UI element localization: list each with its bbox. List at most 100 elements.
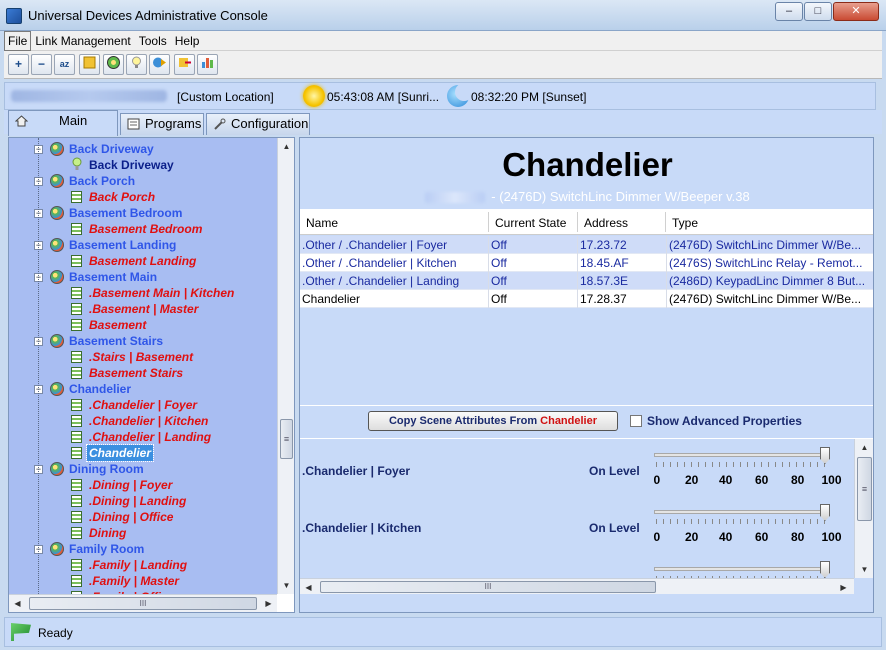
menu-file[interactable]: File	[4, 31, 32, 51]
tree-device-chandelier-kitchen[interactable]: .Chandelier | Kitchen	[9, 413, 277, 429]
tree-device-family-landing[interactable]: .Family | Landing	[9, 557, 277, 573]
tree-scene-basement-bedroom[interactable]: − Basement Bedroom	[9, 205, 277, 221]
cell-state: Off	[491, 238, 507, 252]
tree-device-family-master[interactable]: .Family | Master	[9, 573, 277, 589]
tree-device-dining-office[interactable]: .Dining | Office	[9, 509, 277, 525]
show-advanced-checkbox[interactable]	[630, 415, 642, 427]
tree-device-stairs-basement[interactable]: .Stairs | Basement	[9, 349, 277, 365]
tree-device-back-driveway[interactable]: Back Driveway	[9, 157, 277, 173]
tree-device-basement[interactable]: Basement	[9, 317, 277, 333]
slider-tick-label: 100	[821, 473, 842, 487]
copy-scene-attributes-button[interactable]: Copy Scene Attributes From Chandelier	[368, 411, 618, 431]
tree-scene-back-driveway[interactable]: − Back Driveway	[9, 141, 277, 157]
cell-state: Off	[491, 292, 507, 306]
tab-programs[interactable]: Programs	[120, 113, 204, 135]
chart-icon[interactable]	[197, 54, 218, 75]
slider-tick-label: 0	[653, 473, 661, 487]
tree-scene-basement-stairs[interactable]: − Basement Stairs	[9, 333, 277, 349]
link-scene-icon[interactable]	[149, 54, 170, 75]
tree-device-dining[interactable]: Dining	[9, 525, 277, 541]
table-row[interactable]: Chandelier Off 17.28.37 (2476D) SwitchLinc …	[300, 290, 873, 308]
tree-device-back-porch[interactable]: Back Porch	[9, 189, 277, 205]
scroll-right-icon[interactable]: ▶	[260, 595, 277, 612]
new-scene-icon[interactable]	[103, 54, 124, 75]
column-type[interactable]: Type	[672, 216, 698, 230]
tree-scroll-thumb[interactable]: ≡	[280, 419, 293, 459]
on-level-slider[interactable]	[654, 453, 830, 457]
scene-detail-panel: Chandelier - (2476D) SwitchLinc Dimmer W…	[299, 137, 874, 613]
tab-bar: Main Programs Configuration	[4, 110, 882, 136]
scroll-up-icon[interactable]: ▲	[278, 138, 295, 155]
tree-scene-back-porch[interactable]: − Back Porch	[9, 173, 277, 189]
slider-tick-label: 40	[719, 530, 733, 544]
tree-scene-family-room[interactable]: − Family Room	[9, 541, 277, 557]
tree-horizontal-scrollbar[interactable]: ◀ III ▶	[9, 594, 277, 612]
tree-item-label: Dining	[89, 526, 127, 540]
on-level-slider[interactable]	[654, 510, 830, 514]
tree-device-basement-landing[interactable]: Basement Landing	[9, 253, 277, 269]
copy-button-label: Copy Scene Attributes From	[388, 415, 541, 427]
close-button[interactable]: ✕	[833, 2, 879, 21]
tree-scene-basement-main[interactable]: − Basement Main	[9, 269, 277, 285]
tree-scene-basement-landing[interactable]: − Basement Landing	[9, 237, 277, 253]
scene-icon	[50, 462, 64, 476]
menu-link-management[interactable]: Link Management	[31, 31, 134, 51]
column-current-state[interactable]: Current State	[495, 216, 566, 230]
tree-scene-dining-room[interactable]: − Dining Room	[9, 461, 277, 477]
cell-name: .Other / .Chandelier | Kitchen	[302, 256, 457, 270]
props-hscroll-thumb[interactable]: III	[320, 581, 656, 593]
cell-state: Off	[491, 274, 507, 288]
tab-configuration[interactable]: Configuration	[206, 113, 310, 135]
table-row[interactable]: .Other / .Chandelier | Kitchen Off 18.45.A…	[300, 254, 873, 272]
tree-device-chandelier-landing[interactable]: .Chandelier | Landing	[9, 429, 277, 445]
import-icon[interactable]	[174, 54, 195, 75]
tab-main[interactable]: Main	[8, 110, 118, 136]
table-row[interactable]: .Other / .Chandelier | Landing Off 18.57.3…	[300, 272, 873, 290]
scroll-down-icon[interactable]: ▼	[278, 577, 295, 594]
tree-device-basement-master[interactable]: .Basement | Master	[9, 301, 277, 317]
column-address[interactable]: Address	[584, 216, 628, 230]
device-icon	[71, 191, 82, 203]
lightbulb-icon	[72, 157, 82, 171]
props-scroll-thumb[interactable]: ≡	[857, 457, 872, 521]
tree-item-label: Basement Landing	[69, 238, 177, 252]
tree-device-dining-foyer[interactable]: .Dining | Foyer	[9, 477, 277, 493]
props-scroll-up-icon[interactable]: ▲	[856, 439, 873, 456]
props-scroll-down-icon[interactable]: ▼	[856, 561, 873, 578]
table-row[interactable]: .Other / .Chandelier | Foyer Off 17.23.72 (…	[300, 236, 873, 254]
props-vertical-scrollbar[interactable]: ▲ ≡ ▼	[854, 439, 873, 578]
maximize-button[interactable]: □	[804, 2, 832, 21]
tree-device-chandelier-foyer[interactable]: .Chandelier | Foyer	[9, 397, 277, 413]
device-icon	[71, 479, 82, 491]
scroll-left-icon[interactable]: ◀	[9, 595, 26, 612]
tree-hscroll-thumb[interactable]: III	[29, 597, 257, 610]
device-icon	[71, 367, 82, 379]
tree-item-label: Basement Stairs	[89, 366, 184, 380]
device-icon	[71, 319, 82, 331]
props-scroll-right-icon[interactable]: ▶	[835, 579, 852, 594]
tree-item-label: .Chandelier | Foyer	[89, 398, 198, 412]
collapse-all-icon[interactable]: −	[31, 54, 52, 75]
tree-device-dining-landing[interactable]: .Dining | Landing	[9, 493, 277, 509]
lightbulb-icon[interactable]	[126, 54, 147, 75]
sort-az-icon[interactable]: az	[54, 54, 75, 75]
minimize-button[interactable]: –	[775, 2, 803, 21]
props-scroll-left-icon[interactable]: ◀	[300, 579, 317, 594]
device-icon	[71, 559, 82, 571]
scene-member-name: .Chandelier | Kitchen	[302, 521, 422, 535]
cell-address: 18.57.3E	[580, 274, 629, 288]
on-level-slider[interactable]	[654, 567, 830, 571]
location-bar: [Custom Location] 05:43:08 AM [Sunri... …	[4, 82, 876, 110]
tree-scene-chandelier[interactable]: − Chandelier	[9, 381, 277, 397]
tree-device-basement-bedroom[interactable]: Basement Bedroom	[9, 221, 277, 237]
tree-device-basement-main-kitchen[interactable]: .Basement Main | Kitchen	[9, 285, 277, 301]
expand-all-icon[interactable]: +	[8, 54, 29, 75]
tree-vertical-scrollbar[interactable]: ▲ ≡ ▼	[277, 138, 294, 594]
column-name[interactable]: Name	[306, 216, 338, 230]
menu-help[interactable]: Help	[171, 31, 204, 51]
tree-device-basement-stairs[interactable]: Basement Stairs	[9, 365, 277, 381]
menu-tools[interactable]: Tools	[135, 31, 171, 51]
tree-device-chandelier[interactable]: Chandelier	[9, 444, 277, 462]
props-horizontal-scrollbar[interactable]: ◀ III ▶	[300, 578, 854, 594]
folder-icon[interactable]	[79, 54, 100, 75]
